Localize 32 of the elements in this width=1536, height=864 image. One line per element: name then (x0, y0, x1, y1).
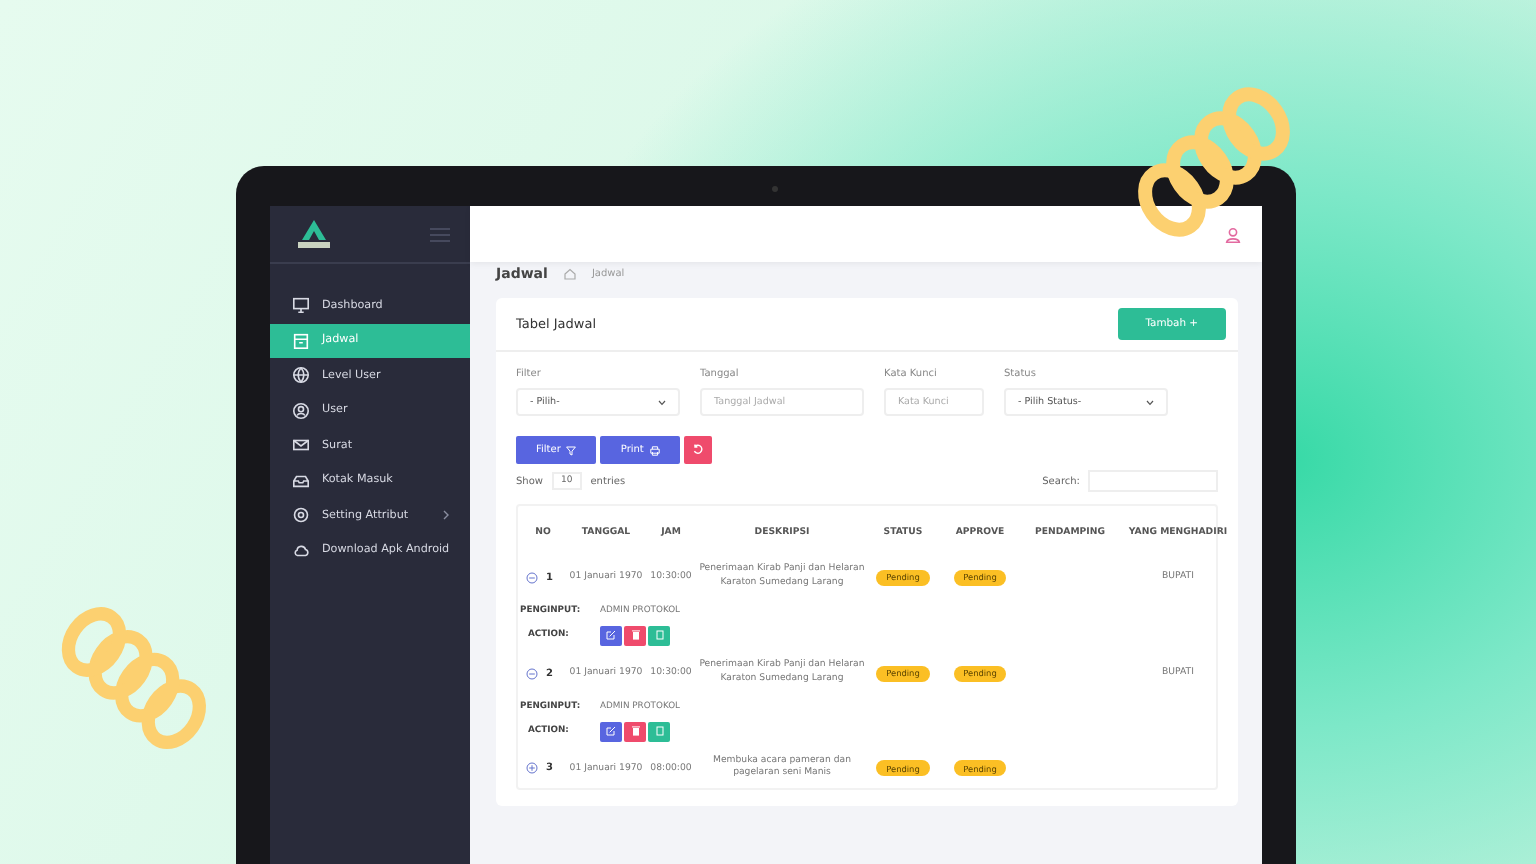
delete-button[interactable] (624, 721, 646, 742)
monitor-icon (292, 296, 310, 315)
filter-icon (566, 445, 577, 455)
collapse-icon[interactable] (526, 667, 538, 680)
collapse-icon[interactable] (526, 571, 538, 584)
undo-icon (691, 444, 704, 456)
edit-button[interactable] (600, 721, 622, 742)
gear-icon (292, 506, 310, 525)
chevron-icon (442, 510, 450, 521)
user-icon[interactable] (1224, 225, 1242, 243)
printer-icon (649, 445, 660, 455)
inbox-icon (292, 471, 310, 490)
logo-icon (294, 218, 334, 250)
reset-button[interactable] (683, 436, 712, 464)
cloud-icon (292, 541, 310, 560)
edit-button[interactable] (600, 625, 622, 646)
edit-icon (606, 630, 616, 641)
user-icon (292, 401, 310, 420)
calendar-icon (292, 331, 310, 350)
delete-button[interactable] (624, 625, 646, 646)
trash-icon (631, 726, 639, 737)
mail-icon (292, 436, 310, 455)
home-icon (563, 268, 576, 280)
caret-icon (658, 399, 666, 405)
document-icon (655, 726, 663, 737)
caret-icon (1146, 399, 1154, 405)
globe-icon (292, 366, 310, 385)
document-icon (655, 630, 663, 641)
edit-icon (606, 726, 616, 737)
expand-icon[interactable] (526, 762, 538, 775)
menu-icon[interactable] (430, 227, 450, 241)
trash-icon (631, 630, 639, 641)
